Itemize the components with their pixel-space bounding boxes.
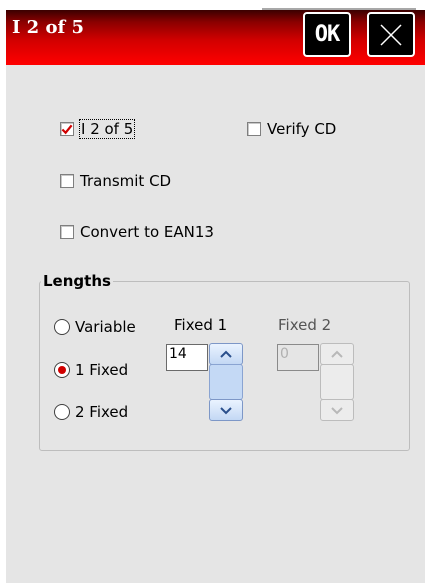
transmit-cd-checkbox[interactable]: Transmit CD xyxy=(60,172,171,190)
ok-button[interactable]: OK xyxy=(303,12,351,57)
checkbox-box[interactable] xyxy=(60,225,74,239)
verify-cd-label: Verify CD xyxy=(267,120,337,138)
checkmark-icon xyxy=(61,124,73,134)
lengths-group-label: Lengths xyxy=(41,272,113,290)
radio-variable-label: Variable xyxy=(75,318,136,336)
radio-circle[interactable] xyxy=(54,404,70,420)
radio-circle[interactable] xyxy=(54,362,70,378)
fixed1-spinner[interactable] xyxy=(209,343,243,423)
chevron-down-icon xyxy=(331,407,343,415)
checkbox-box[interactable] xyxy=(60,122,74,136)
fixed1-spin-track xyxy=(209,364,243,400)
convert-ean13-label: Convert to EAN13 xyxy=(80,223,214,241)
radio-1-fixed[interactable]: 1 Fixed xyxy=(54,361,128,379)
fixed1-input[interactable]: 14 xyxy=(166,344,208,371)
fixed2-spin-track xyxy=(320,364,354,400)
radio-1-fixed-label: 1 Fixed xyxy=(75,361,129,379)
title-bar: I 2 of 5 OK xyxy=(6,10,425,65)
checkbox-box[interactable] xyxy=(60,174,74,188)
verify-cd-checkbox[interactable]: Verify CD xyxy=(247,120,336,138)
chevron-up-icon xyxy=(220,350,232,358)
fixed2-input[interactable]: 0 xyxy=(277,344,319,371)
convert-ean13-checkbox[interactable]: Convert to EAN13 xyxy=(60,223,214,241)
radio-2-fixed[interactable]: 2 Fixed xyxy=(54,403,128,421)
i2of5-checkbox[interactable]: I 2 of 5 xyxy=(60,119,136,139)
fixed2-down-button[interactable] xyxy=(320,399,354,421)
close-button[interactable] xyxy=(367,12,415,57)
radio-circle[interactable] xyxy=(54,319,70,335)
top-strip xyxy=(0,0,433,10)
fixed1-label: Fixed 1 xyxy=(174,316,228,334)
radio-2-fixed-label: 2 Fixed xyxy=(75,403,129,421)
chevron-down-icon xyxy=(220,407,232,415)
fixed2-label: Fixed 2 xyxy=(278,316,332,334)
fixed2-up-button[interactable] xyxy=(320,343,354,365)
fixed1-up-button[interactable] xyxy=(209,343,243,365)
radio-selected-dot xyxy=(58,366,66,374)
fixed1-down-button[interactable] xyxy=(209,399,243,421)
transmit-cd-label: Transmit CD xyxy=(80,172,172,190)
chevron-up-icon xyxy=(331,350,343,358)
dialog-window: I 2 of 5 OK I 2 of 5 Verify CD Transmit … xyxy=(6,10,425,583)
radio-variable[interactable]: Variable xyxy=(54,318,136,336)
i2of5-label: I 2 of 5 xyxy=(78,119,136,139)
checkbox-box[interactable] xyxy=(247,122,261,136)
close-icon xyxy=(380,23,402,46)
fixed2-spinner[interactable] xyxy=(320,343,354,423)
window-title: I 2 of 5 xyxy=(12,17,85,38)
